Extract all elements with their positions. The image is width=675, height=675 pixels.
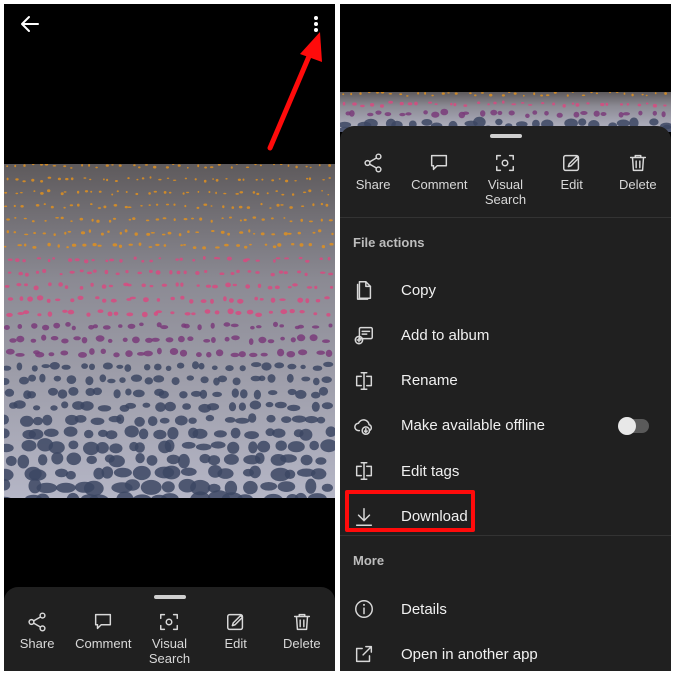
comment-button[interactable]: Comment xyxy=(408,152,470,207)
photo-viewer-screen: Share Comment Visual Search Edit Delete xyxy=(4,4,335,671)
photo-water-droplets[interactable] xyxy=(4,164,335,498)
menu-item-add-to-album[interactable]: Add to album xyxy=(340,315,671,355)
menu-item-copy[interactable]: Copy xyxy=(340,270,671,310)
copy-icon xyxy=(353,279,375,301)
trash-icon xyxy=(291,611,313,633)
annotation-arrow xyxy=(254,28,334,158)
menu-item-label: Copy xyxy=(401,281,437,299)
action-row: Share Comment Visual Search Edit Delete xyxy=(4,611,335,666)
action-label: Share xyxy=(19,636,55,651)
info-icon xyxy=(353,598,375,620)
action-label: Comment xyxy=(411,177,468,192)
edit-icon xyxy=(561,152,583,174)
open-external-icon xyxy=(353,643,375,665)
rename-icon xyxy=(353,370,375,392)
menu-item-label: Add to album xyxy=(401,326,490,344)
action-label: Delete xyxy=(283,636,321,651)
visual-search-icon xyxy=(158,611,180,633)
download-icon xyxy=(353,506,375,528)
menu-item-label: Edit tags xyxy=(401,462,460,480)
menu-item-label: Details xyxy=(401,600,447,618)
share-button[interactable]: Share xyxy=(342,152,404,207)
menu-item-label: Rename xyxy=(401,372,458,390)
menu-item-make-available-offline[interactable]: Make available offline xyxy=(340,406,671,446)
action-label: Share xyxy=(355,177,391,192)
action-label: Edit xyxy=(224,636,247,651)
more-vertical-icon[interactable] xyxy=(309,10,323,38)
action-label: Visual Search xyxy=(484,177,527,207)
menu-item-label: Download xyxy=(401,508,468,525)
more-header: More xyxy=(353,553,385,568)
file-actions-header: File actions xyxy=(353,235,425,250)
menu-item-rename[interactable]: Rename xyxy=(340,361,671,401)
divider xyxy=(340,217,671,218)
action-label: Comment xyxy=(75,636,132,651)
add-to-album-icon xyxy=(353,324,375,346)
comment-icon xyxy=(92,611,114,633)
comment-icon xyxy=(428,152,450,174)
delete-button[interactable]: Delete xyxy=(271,611,333,666)
menu-item-label: Make available offline xyxy=(401,417,545,435)
drag-handle[interactable] xyxy=(489,134,522,138)
trash-icon xyxy=(627,152,649,174)
visual-search-icon xyxy=(494,152,516,174)
menu-item-details[interactable]: Details xyxy=(340,589,671,629)
edit-icon xyxy=(225,611,247,633)
tag-icon xyxy=(353,460,375,482)
drag-handle[interactable] xyxy=(153,595,186,599)
comment-button[interactable]: Comment xyxy=(72,611,134,666)
action-label: Visual Search xyxy=(148,636,191,666)
offline-toggle[interactable] xyxy=(618,416,649,435)
share-icon xyxy=(26,611,48,633)
menu-item-edit-tags[interactable]: Edit tags xyxy=(340,451,671,491)
visual-search-button[interactable]: Visual Search xyxy=(138,611,200,666)
edit-button[interactable]: Edit xyxy=(205,611,267,666)
divider xyxy=(340,535,671,536)
share-icon xyxy=(362,152,384,174)
options-bottom-sheet: Share Comment Visual Search Edit Delete File… xyxy=(340,126,671,671)
menu-item-download[interactable]: Download xyxy=(340,497,671,537)
toggle-knob xyxy=(618,416,636,435)
photo-options-screen: Share Comment Visual Search Edit Delete File… xyxy=(340,4,671,671)
menu-item-open-in-another-app[interactable]: Open in another app xyxy=(340,634,671,671)
bottom-action-bar: Share Comment Visual Search Edit Delete xyxy=(4,587,335,671)
edit-button[interactable]: Edit xyxy=(541,152,603,207)
action-row: Share Comment Visual Search Edit Delete xyxy=(340,152,671,207)
visual-search-button[interactable]: Visual Search xyxy=(474,152,536,207)
delete-button[interactable]: Delete xyxy=(607,152,669,207)
action-label: Delete xyxy=(619,177,657,192)
cloud-download-icon xyxy=(353,415,375,437)
back-arrow-icon[interactable] xyxy=(18,12,42,36)
menu-item-label: Open in another app xyxy=(401,645,538,663)
action-label: Edit xyxy=(560,177,583,192)
share-button[interactable]: Share xyxy=(6,611,68,666)
